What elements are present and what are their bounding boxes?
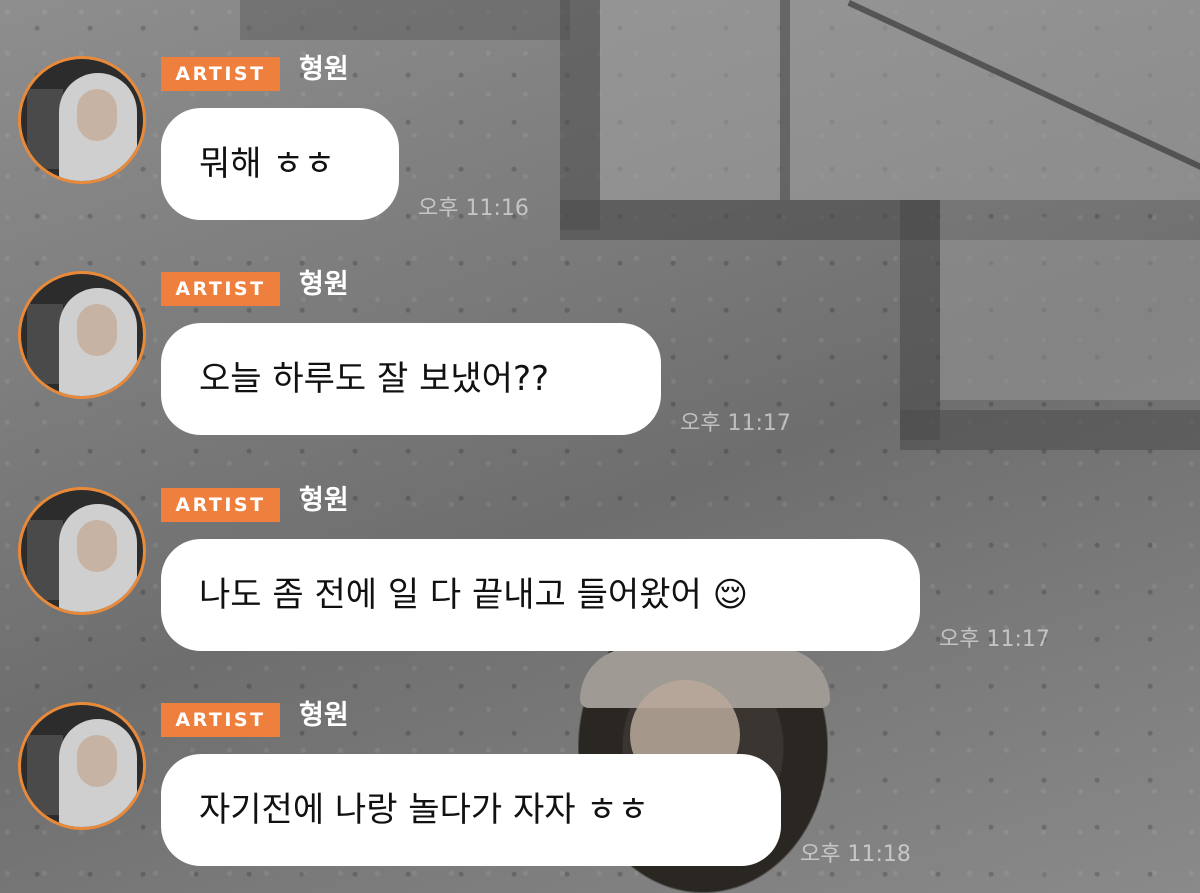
background-line: [780, 0, 790, 200]
message-time: 오후 11:16: [418, 196, 529, 221]
artist-avatar[interactable]: [18, 487, 146, 615]
artist-badge: ARTIST: [161, 703, 280, 737]
chat-screen: ARTIST 형원 뭐해 ㅎㅎ 오후 11:16 ARTIST 형원 오늘 하루…: [0, 0, 1200, 893]
message-bubble[interactable]: 뭐해 ㅎㅎ: [161, 108, 399, 220]
message-bubble[interactable]: 자기전에 나랑 놀다가 자자 ㅎㅎ: [161, 754, 781, 866]
artist-avatar[interactable]: [18, 702, 146, 830]
artist-badge: ARTIST: [161, 272, 280, 306]
message-time: 오후 11:17: [939, 627, 1050, 652]
sender-name[interactable]: 형원: [299, 481, 349, 521]
background-stair: [240, 0, 570, 40]
sender-name[interactable]: 형원: [299, 265, 349, 305]
background-stair: [560, 0, 600, 230]
background-stair: [900, 410, 1200, 450]
artist-avatar[interactable]: [18, 271, 146, 399]
artist-badge: ARTIST: [161, 57, 280, 91]
artist-badge: ARTIST: [161, 488, 280, 522]
background-wall: [940, 240, 1200, 400]
sender-name[interactable]: 형원: [299, 696, 349, 736]
message-time: 오후 11:17: [680, 411, 791, 436]
message-bubble[interactable]: 나도 좀 전에 일 다 끝내고 들어왔어 😌: [161, 539, 920, 651]
background-stair: [900, 200, 940, 440]
message-bubble[interactable]: 오늘 하루도 잘 보냈어??: [161, 323, 661, 435]
sender-name[interactable]: 형원: [299, 50, 349, 90]
background-stair: [560, 200, 940, 240]
message-time: 오후 11:18: [800, 842, 911, 867]
artist-avatar[interactable]: [18, 56, 146, 184]
